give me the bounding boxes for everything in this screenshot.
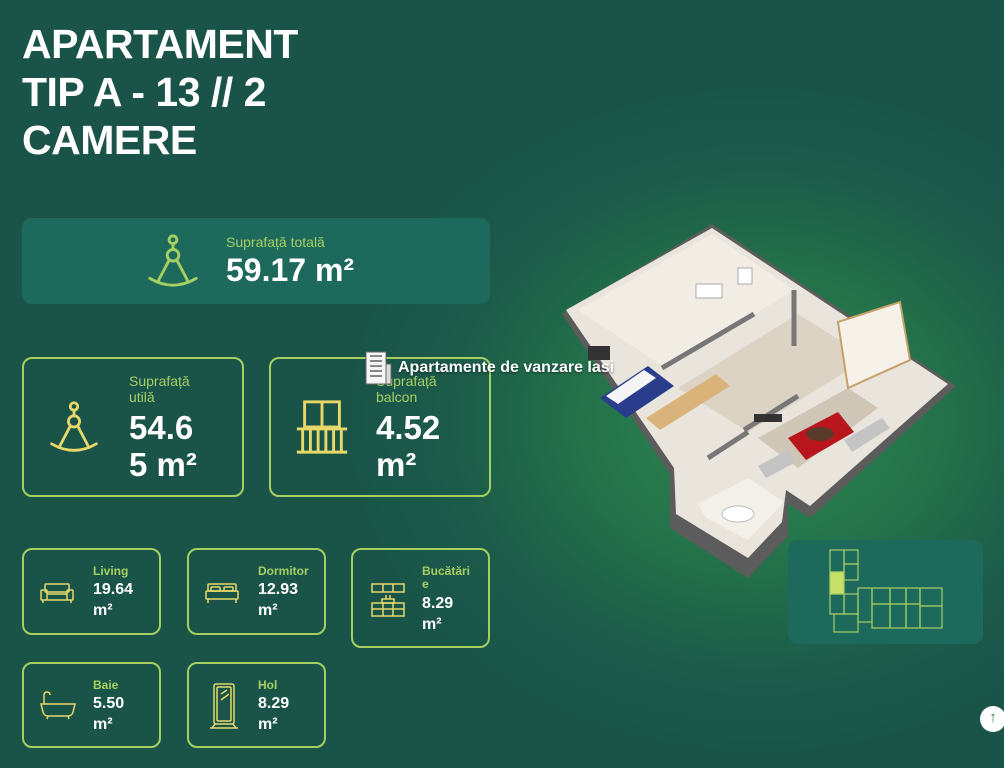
usable-area-label-2: utilă xyxy=(129,389,155,405)
room-card-bathroom: Baie 5.50 m² xyxy=(22,662,161,748)
kitchen-value-2: m² xyxy=(422,616,442,633)
room-card-bedroom: Dormitor 12.93 m² xyxy=(187,548,326,635)
sofa-icon xyxy=(40,583,74,603)
title-line-2: TIP A - 13 // 2 xyxy=(22,69,266,115)
site-watermark: Apartamente de vanzare Iasi xyxy=(362,350,614,386)
balcony-area-value-1: 4.52 xyxy=(376,409,441,446)
usable-area-value-1: 54.6 xyxy=(129,409,194,446)
balcony-area-value-2: m² xyxy=(376,446,417,483)
bathtub-icon xyxy=(40,691,76,720)
total-area-card: Suprafață totală 59.17 m² xyxy=(22,218,490,304)
scroll-to-top-button[interactable]: ↑ xyxy=(980,706,1004,732)
living-label: Living xyxy=(93,564,129,578)
bedroom-value-1: 12.93 xyxy=(258,581,299,598)
kitchen-value-1: 8.29 xyxy=(422,595,454,612)
building-minimap[interactable] xyxy=(788,540,983,644)
kitchen-label-1: Bucătări xyxy=(422,564,471,578)
bed-icon xyxy=(205,583,239,603)
bedroom-label: Dormitor xyxy=(258,564,309,578)
mirror-icon xyxy=(210,683,238,729)
title-line-1: APARTAMENT xyxy=(22,21,298,67)
room-card-kitchen: Bucătări e 8.29 m² xyxy=(351,548,490,648)
room-card-living: Living 19.64 m² xyxy=(22,548,161,635)
hall-value-2: m² xyxy=(258,716,278,733)
room-card-hall: Hol 8.29 m² xyxy=(187,662,326,748)
living-value-1: 19.64 xyxy=(93,581,134,598)
usable-area-value-2: 5 m² xyxy=(129,446,197,483)
bedroom-value-2: m² xyxy=(258,602,278,619)
title-line-3: CAMERE xyxy=(22,117,197,163)
page-title: APARTAMENT TIP A - 13 // 2 CAMERE xyxy=(22,20,298,164)
usable-area-label-1: Suprafață xyxy=(129,373,190,389)
balcony-area-label-2: balcon xyxy=(376,389,418,405)
minimap-floorplan xyxy=(829,549,943,633)
arrow-up-icon: ↑ xyxy=(989,709,997,726)
balcony-icon xyxy=(296,400,348,454)
kitchen-label-2: e xyxy=(422,577,429,591)
total-area-value: 59.17 m² xyxy=(226,252,355,288)
compass-icon xyxy=(50,401,98,452)
compass-icon xyxy=(148,234,198,287)
total-area-label: Suprafață totală xyxy=(226,234,325,250)
living-value-2: m² xyxy=(93,602,113,619)
usable-area-card: Suprafață utilă 54.6 5 m² xyxy=(22,357,244,497)
hall-value-1: 8.29 xyxy=(258,695,290,712)
bathroom-value-2: m² xyxy=(93,716,113,733)
kitchen-icon xyxy=(371,583,405,617)
watermark-text: Apartamente de vanzare Iasi xyxy=(398,359,615,376)
building-icon xyxy=(365,351,392,385)
bathroom-value-1: 5.50 xyxy=(93,695,125,712)
bathroom-label: Baie xyxy=(93,678,119,692)
hall-label: Hol xyxy=(258,678,278,692)
